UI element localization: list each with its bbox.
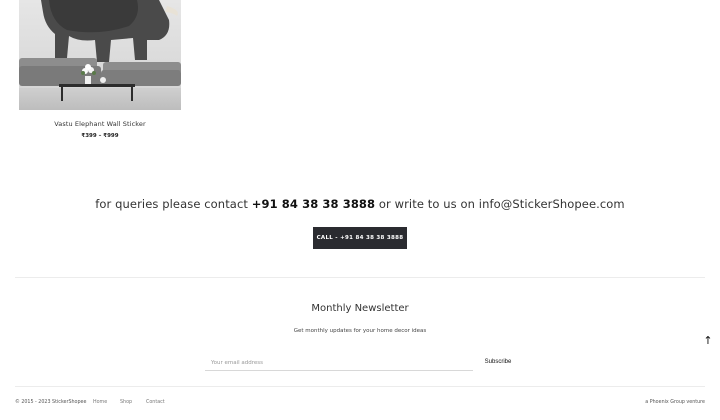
product-card[interactable]: Vastu Elephant Wall Sticker ₹399 – ₹999	[19, 0, 181, 139]
newsletter-subtext: Get monthly updates for your home decor …	[293, 328, 427, 334]
newsletter-email-field[interactable]	[205, 355, 473, 371]
product-title[interactable]: Vastu Elephant Wall Sticker	[19, 120, 181, 128]
divider	[15, 277, 705, 278]
contact-phone[interactable]: +91 84 38 38 3888	[252, 197, 375, 211]
copyright-text: © 2015 - 2023 StickerShopee	[15, 400, 87, 405]
call-button[interactable]: CALL - +91 84 38 38 3888	[313, 227, 407, 249]
contact-prefix: for queries please contact	[95, 197, 252, 211]
subscribe-button[interactable]: Subscribe	[477, 355, 519, 369]
contact-middle: or write to us on	[375, 197, 479, 211]
footer-link-shop[interactable]: Shop	[120, 400, 132, 405]
newsletter-heading: Monthly Newsletter	[311, 303, 409, 314]
product-photo	[19, 0, 181, 110]
footer-link-contact[interactable]: Contact	[146, 400, 165, 405]
product-price: ₹399 – ₹999	[81, 133, 119, 139]
arrow-up-icon[interactable]: ↑	[703, 333, 713, 347]
divider	[15, 386, 705, 387]
footer: © 2015 - 2023 StickerShopee Home Shop Co…	[15, 400, 705, 408]
product-image[interactable]	[19, 0, 181, 110]
footer-tagline: a Phoenix Group venture	[645, 400, 705, 405]
footer-link-home[interactable]: Home	[93, 400, 107, 405]
contact-line: for queries please contact +91 84 38 38 …	[0, 197, 720, 211]
contact-email[interactable]: info@StickerShopee.com	[479, 197, 625, 211]
